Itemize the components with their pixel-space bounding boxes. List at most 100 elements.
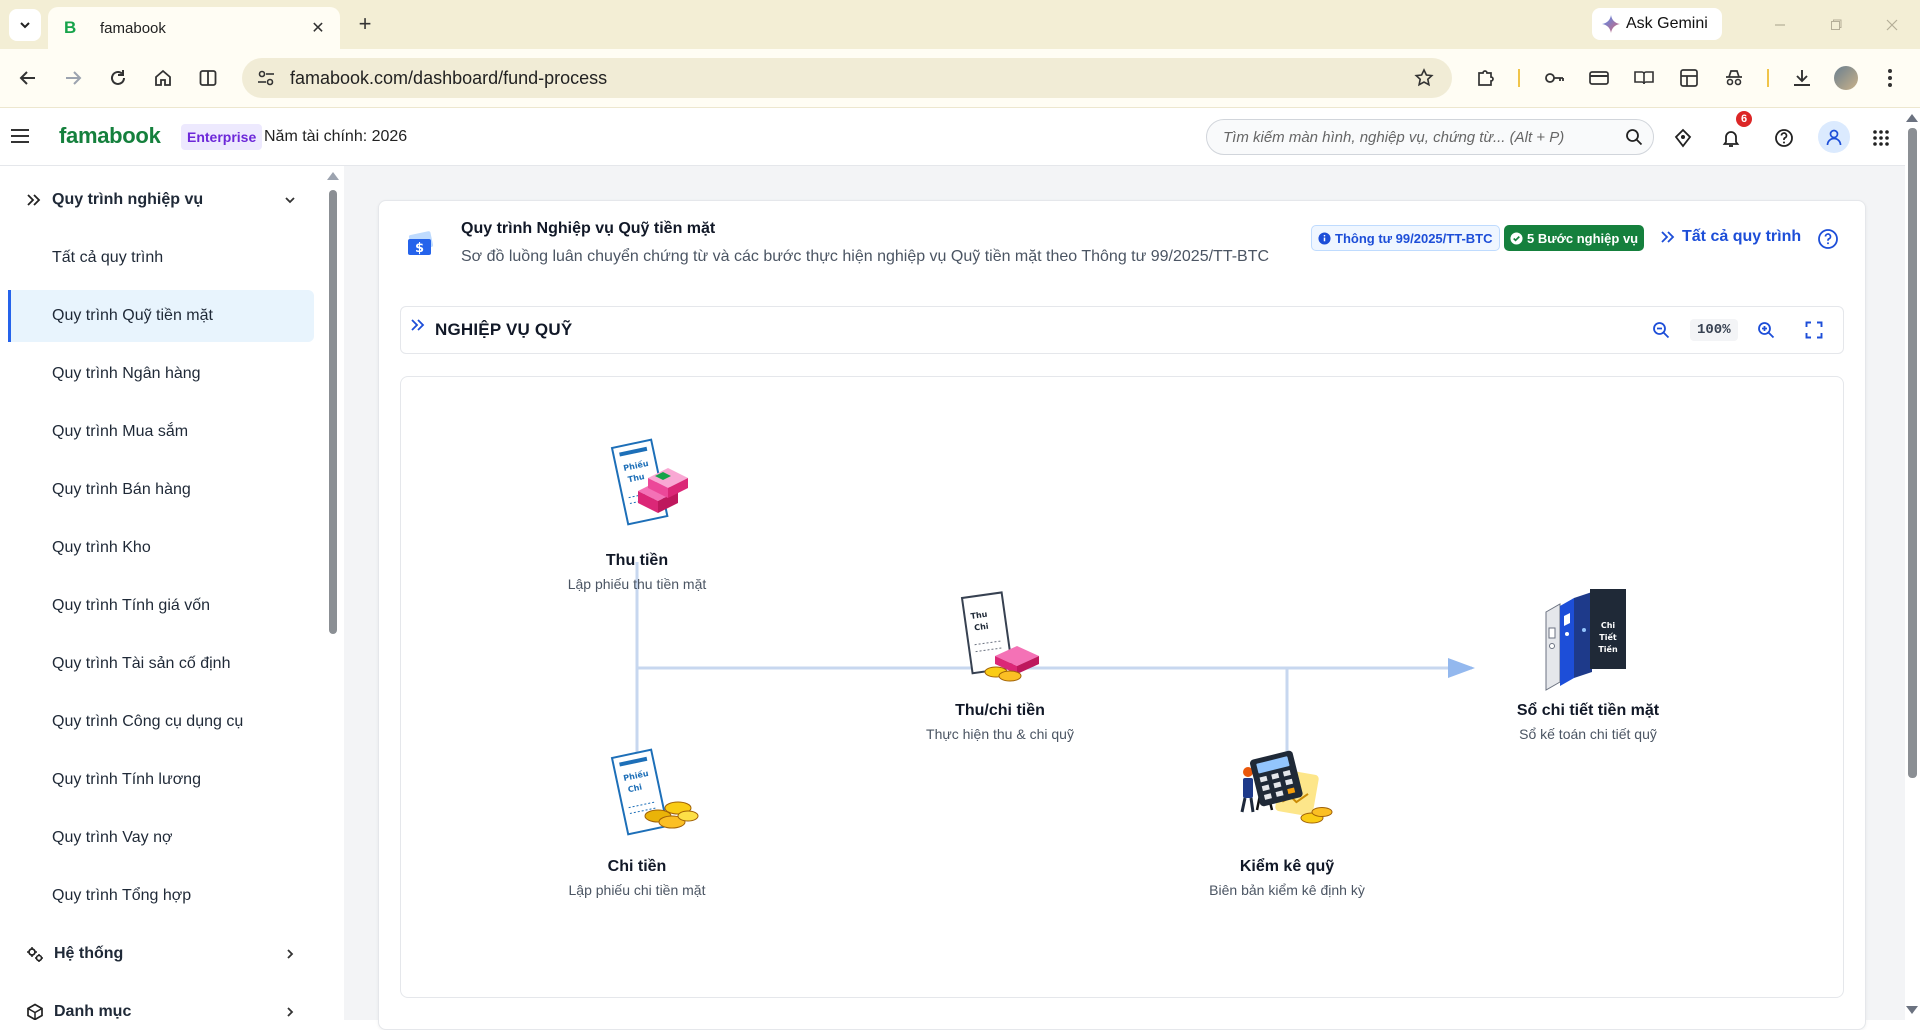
- check-circle-icon: [1510, 231, 1523, 245]
- bell-icon[interactable]: [1718, 125, 1744, 151]
- brand-logo[interactable]: famabook: [59, 123, 161, 149]
- ledger-line2-text: Tiết: [1599, 632, 1617, 642]
- browser-tab-active[interactable]: B famabook ✕: [48, 7, 340, 49]
- browser-toolbar: famabook.com/dashboard/fund-process: [0, 49, 1920, 108]
- card-subtitle: Sơ đồ luồng luân chuyển chứng từ và các …: [461, 248, 1270, 265]
- tab-search-button[interactable]: [9, 9, 41, 41]
- help-circle-icon[interactable]: [1817, 228, 1839, 250]
- sidebar-scrollbar-thumb[interactable]: [329, 190, 337, 634]
- sidebar-group-label: Quy trình nghiệp vụ: [52, 191, 204, 208]
- back-arrow-icon[interactable]: [14, 64, 42, 92]
- payment-card-icon[interactable]: [1585, 64, 1613, 92]
- chevron-down-icon: [280, 190, 300, 210]
- extensions-puzzle-icon[interactable]: [1472, 64, 1500, 92]
- node-desc: Biên bản kiểm kê định kỳ: [1209, 882, 1365, 898]
- flow-node-cash-transaction[interactable]: Thu/chi tiền Thực hiện thu & chi quỹ: [880, 702, 1120, 742]
- double-chevron-right-icon: [411, 319, 425, 331]
- zoom-out-icon[interactable]: [1649, 318, 1673, 342]
- node-title: Thu tiền: [605, 552, 669, 569]
- bookmark-star-icon[interactable]: [1410, 64, 1438, 92]
- node-title: Kiểm kê quỹ: [1239, 858, 1335, 875]
- flow-node-fund-audit[interactable]: Kiểm kê quỹ Biên bản kiểm kê định kỳ: [1167, 858, 1407, 898]
- home-icon[interactable]: [149, 64, 177, 92]
- sidebar-group-system[interactable]: Hệ thống: [0, 928, 320, 980]
- forward-arrow-icon[interactable]: [59, 64, 87, 92]
- sidebar-item-warehouse[interactable]: Quy trình Kho: [8, 522, 314, 574]
- sidebar-item-cash-fund[interactable]: Quy trình Quỹ tiền mặt: [8, 290, 314, 342]
- info-circle-icon: [1318, 231, 1331, 245]
- password-key-icon[interactable]: [1540, 64, 1568, 92]
- download-icon[interactable]: [1788, 64, 1816, 92]
- gears-icon: [27, 947, 43, 962]
- app-header: famabook Enterprise Năm tài chính: 2026: [0, 108, 1905, 166]
- zoom-in-icon[interactable]: [1754, 318, 1778, 342]
- search-icon[interactable]: [1625, 128, 1643, 146]
- sidebar-item-cost-pricing[interactable]: Quy trình Tính giá vốn: [8, 580, 314, 632]
- sidebar-group-catalog[interactable]: Danh mục: [0, 986, 320, 1020]
- receipt-voucher-illustration: Phiếu Thu: [610, 438, 688, 526]
- page-scroll-down-arrow[interactable]: [1906, 1006, 1918, 1014]
- sidebar-item-purchasing[interactable]: Quy trình Mua sắm: [8, 406, 314, 458]
- payment-voucher-illustration: Phiếu Chi: [610, 748, 699, 836]
- site-settings-icon[interactable]: [254, 66, 278, 90]
- sidebar-item-sales[interactable]: Quy trình Bán hàng: [8, 464, 314, 516]
- cash-ledger-illustration: Chi Tiết Tiền: [1545, 589, 1626, 691]
- flow-node-pay-cash[interactable]: Chi tiền Lập phiếu chi tiền mặt: [517, 858, 757, 898]
- help-question-icon[interactable]: [1771, 125, 1797, 151]
- search-input[interactable]: [1223, 128, 1625, 146]
- steps-badge-label: 5 Bước nghiệp vụ: [1527, 230, 1639, 246]
- browser-profile-avatar[interactable]: [1834, 66, 1858, 90]
- sidebar-item-payroll[interactable]: Quy trình Tính lương: [8, 754, 314, 806]
- new-tab-button[interactable]: +: [352, 12, 378, 38]
- split-view-icon[interactable]: [194, 64, 222, 92]
- flow-node-cash-ledger[interactable]: Sổ chi tiết tiền mặt Sổ kế toán chi tiết…: [1468, 702, 1708, 742]
- sidebar-item-all-processes[interactable]: Tất cả quy trình: [8, 232, 314, 284]
- flow-node-receive-cash[interactable]: Thu tiền Lập phiếu thu tiền mặt: [517, 552, 757, 592]
- tab-close-icon[interactable]: ✕: [308, 18, 328, 38]
- sidebar-item-fixed-assets[interactable]: Quy trình Tài sản cố định: [8, 638, 314, 690]
- sidebar: Quy trình nghiệp vụ Tất cả quy trình Quy…: [0, 166, 330, 1020]
- diamond-pin-icon[interactable]: [1670, 125, 1696, 151]
- sidebar-group-process[interactable]: Quy trình nghiệp vụ: [0, 174, 320, 226]
- reading-mode-icon[interactable]: [1630, 64, 1658, 92]
- cash-transaction-illustration: Thu Chi: [960, 591, 1039, 682]
- page-scrollbar-thumb[interactable]: [1908, 128, 1917, 778]
- notification-count-badge: 6: [1736, 111, 1752, 127]
- toolbar-separator: [1767, 69, 1769, 87]
- reload-icon[interactable]: [104, 64, 132, 92]
- hamburger-menu-icon[interactable]: [8, 124, 32, 148]
- sidebar-item-general[interactable]: Quy trình Tổng hợp: [8, 870, 314, 922]
- circular-badge-label: Thông tư 99/2025/TT-BTC: [1335, 230, 1493, 246]
- sidebar-item-bank[interactable]: Quy trình Ngân hàng: [8, 348, 314, 400]
- node-title: Chi tiền: [607, 858, 667, 875]
- sidebar-item-loans[interactable]: Quy trình Vay nợ: [8, 812, 314, 864]
- apps-grid-icon[interactable]: [1868, 125, 1894, 151]
- section-header-bar: [400, 306, 1844, 354]
- page-scroll-up-arrow[interactable]: [1906, 114, 1918, 122]
- table-view-icon[interactable]: [1675, 64, 1703, 92]
- all-processes-link[interactable]: Tất cả quy trình: [1660, 228, 1801, 246]
- minimize-icon[interactable]: [1752, 0, 1808, 49]
- browser-menu-icon[interactable]: [1876, 64, 1904, 92]
- incognito-icon[interactable]: [1720, 64, 1748, 92]
- user-avatar[interactable]: [1818, 121, 1850, 153]
- toolbar-separator: [1518, 69, 1520, 87]
- global-search[interactable]: [1206, 119, 1654, 155]
- sidebar-item-tools[interactable]: Quy trình Công cụ dụng cụ: [8, 696, 314, 748]
- catalog-box-icon: [27, 1003, 43, 1020]
- all-processes-label: Tất cả quy trình: [1682, 228, 1802, 245]
- user-icon: [1826, 129, 1842, 146]
- ledger-line3-text: Tiền: [1598, 644, 1618, 654]
- chevron-down-icon: [20, 22, 30, 29]
- sidebar-scroll-up-arrow[interactable]: [327, 172, 339, 180]
- ask-gemini-button[interactable]: Ask Gemini: [1592, 8, 1722, 40]
- close-window-icon[interactable]: [1864, 0, 1920, 49]
- fullscreen-icon[interactable]: [1802, 318, 1826, 342]
- ledger-line1-text: Chi: [1601, 621, 1616, 630]
- restore-icon[interactable]: [1808, 0, 1864, 49]
- address-bar[interactable]: famabook.com/dashboard/fund-process: [242, 58, 1452, 98]
- ask-gemini-label: Ask Gemini: [1626, 15, 1708, 32]
- url-text[interactable]: famabook.com/dashboard/fund-process: [290, 68, 1410, 89]
- fiscal-year[interactable]: Năm tài chính: 2026: [264, 128, 407, 146]
- section-title: NGHIỆP VỤ QUỸ: [435, 320, 573, 339]
